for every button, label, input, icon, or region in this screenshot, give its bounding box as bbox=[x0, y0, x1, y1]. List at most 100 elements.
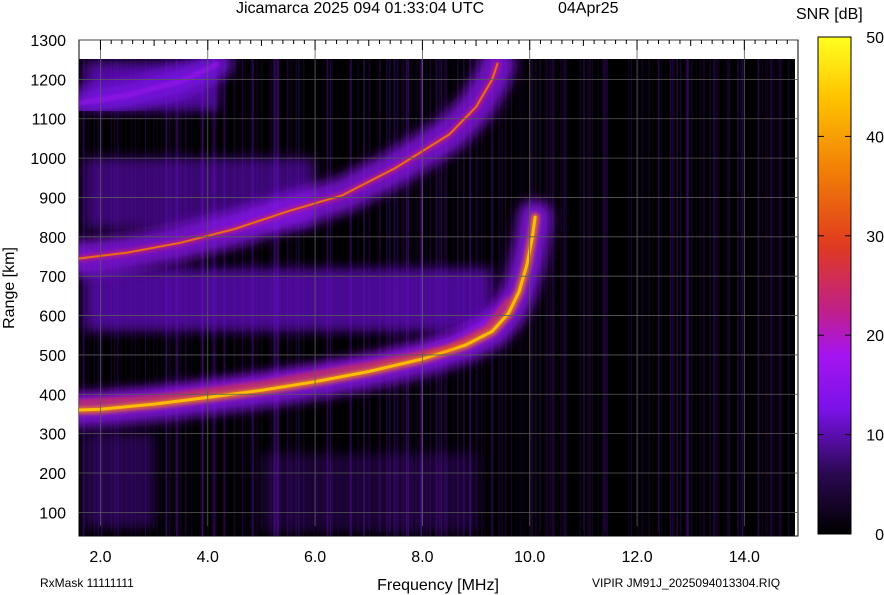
noise-stripe bbox=[780, 59, 783, 536]
noise-stripe bbox=[82, 59, 84, 536]
date-label: 04Apr25 bbox=[558, 0, 619, 17]
noise-stripe bbox=[603, 59, 606, 536]
noise-stripe bbox=[737, 59, 739, 536]
x-tick-label: 14.0 bbox=[729, 549, 760, 566]
noise-stripe bbox=[653, 59, 654, 536]
y-tick-label: 900 bbox=[39, 190, 66, 207]
y-tick-label: 600 bbox=[39, 309, 66, 326]
noise-stripe bbox=[673, 59, 675, 536]
noise-stripe bbox=[686, 59, 689, 536]
filename-label: VIPIR JM91J_2025094013304.RIQ bbox=[592, 576, 781, 590]
noise-stripe bbox=[589, 59, 591, 536]
noise-stripe bbox=[777, 59, 779, 536]
noise-stripe bbox=[547, 59, 549, 536]
noise-stripe bbox=[708, 59, 710, 536]
noise-stripe bbox=[715, 59, 716, 536]
noise-stripe bbox=[641, 59, 644, 536]
noise-stripe bbox=[769, 59, 771, 536]
noise-haze bbox=[261, 453, 477, 533]
noise-stripe bbox=[534, 59, 537, 536]
noise-stripe bbox=[774, 59, 776, 536]
noise-stripe bbox=[648, 59, 651, 536]
noise-stripe bbox=[565, 59, 567, 536]
y-tick-label: 100 bbox=[39, 505, 66, 522]
noise-stripe bbox=[771, 59, 773, 536]
x-tick-label: 4.0 bbox=[197, 549, 219, 566]
ionogram-page: { "header": { "title": "Jicamarca 2025 0… bbox=[0, 0, 884, 595]
colorbar-tick-label: 30 bbox=[866, 229, 884, 246]
colorbar bbox=[817, 36, 852, 535]
noise-stripe bbox=[788, 59, 790, 536]
noise-stripe bbox=[644, 59, 646, 536]
colorbar-tick-label: 10 bbox=[866, 428, 884, 445]
noise-stripe bbox=[628, 59, 630, 536]
y-tick-label: 1100 bbox=[32, 112, 67, 129]
noise-stripe bbox=[691, 59, 693, 536]
noise-stripe bbox=[728, 59, 730, 536]
noise-stripe bbox=[702, 59, 705, 536]
y-tick-label: 1200 bbox=[30, 72, 66, 89]
noise-stripe bbox=[559, 59, 562, 536]
colorbar-tick-label: 50 bbox=[866, 30, 884, 47]
noise-stripe bbox=[699, 59, 702, 536]
noise-stripe bbox=[718, 59, 720, 536]
noise-stripe bbox=[80, 59, 81, 536]
noise-haze bbox=[84, 433, 155, 529]
y-tick-label: 1000 bbox=[30, 151, 66, 168]
noise-stripe bbox=[579, 59, 581, 536]
y-tick-label: 400 bbox=[39, 387, 66, 404]
x-axis-title: Frequency [MHz] bbox=[377, 577, 499, 594]
noise-stripe bbox=[601, 59, 604, 536]
noise-stripe bbox=[645, 59, 647, 536]
noise-stripe bbox=[767, 59, 770, 536]
noise-stripe bbox=[765, 59, 767, 536]
x-tick-label: 8.0 bbox=[411, 549, 433, 566]
noise-stripe bbox=[712, 59, 714, 536]
noise-stripe bbox=[740, 59, 742, 536]
noise-stripe bbox=[549, 59, 551, 536]
ionogram-chart: 2.0 4.0 6.0 8.0 10.0 12.0 14.01002003004005006… bbox=[1, 30, 884, 594]
noise-stripe bbox=[554, 59, 557, 536]
noise-stripe bbox=[716, 59, 718, 536]
noise-stripe bbox=[561, 59, 563, 536]
noise-stripe bbox=[563, 59, 566, 536]
noise-stripe bbox=[657, 59, 660, 536]
noise-stripe bbox=[583, 59, 585, 536]
x-tick-label: 2.0 bbox=[89, 549, 111, 566]
noise-stripe bbox=[665, 59, 667, 536]
noise-stripe bbox=[775, 59, 777, 536]
noise-stripe bbox=[661, 59, 663, 536]
noise-stripe bbox=[631, 59, 632, 536]
colorbar-tick-label: 0 bbox=[875, 527, 884, 544]
noise-stripe bbox=[591, 59, 594, 536]
noise-stripe bbox=[587, 59, 590, 536]
noise-stripe bbox=[741, 59, 744, 536]
noise-stripe bbox=[762, 59, 764, 536]
y-tick-label: 300 bbox=[39, 427, 66, 444]
noise-stripe bbox=[676, 59, 678, 536]
noise-stripe bbox=[671, 59, 673, 536]
x-tick-label: 10.0 bbox=[514, 549, 545, 566]
colorbar-tick-label: 20 bbox=[866, 328, 884, 345]
noise-stripe bbox=[552, 59, 555, 536]
noise-stripe bbox=[714, 59, 716, 536]
rxmask-label: RxMask 11111111 bbox=[40, 576, 134, 590]
noise-stripe bbox=[557, 59, 560, 536]
noise-stripe bbox=[544, 59, 546, 536]
colorbar-title: SNR [dB] bbox=[796, 6, 863, 23]
noise-stripe bbox=[695, 59, 697, 536]
noise-haze bbox=[84, 268, 493, 332]
y-tick-label: 800 bbox=[39, 230, 66, 247]
noise-stripe bbox=[550, 59, 552, 536]
y-axis-title: Range [km] bbox=[1, 247, 18, 329]
colorbar-tick-label: 40 bbox=[866, 129, 884, 146]
noise-stripe bbox=[605, 59, 608, 536]
x-tick-label: 6.0 bbox=[304, 549, 326, 566]
y-tick-label: 700 bbox=[39, 269, 66, 286]
y-tick-label: 1300 bbox=[30, 33, 66, 50]
chart-title: Jicamarca 2025 094 01:33:04 UTC bbox=[236, 0, 485, 17]
noise-stripe bbox=[757, 59, 759, 536]
noise-stripe bbox=[539, 59, 541, 536]
y-tick-label: 200 bbox=[39, 466, 66, 483]
noise-stripe bbox=[680, 59, 682, 536]
